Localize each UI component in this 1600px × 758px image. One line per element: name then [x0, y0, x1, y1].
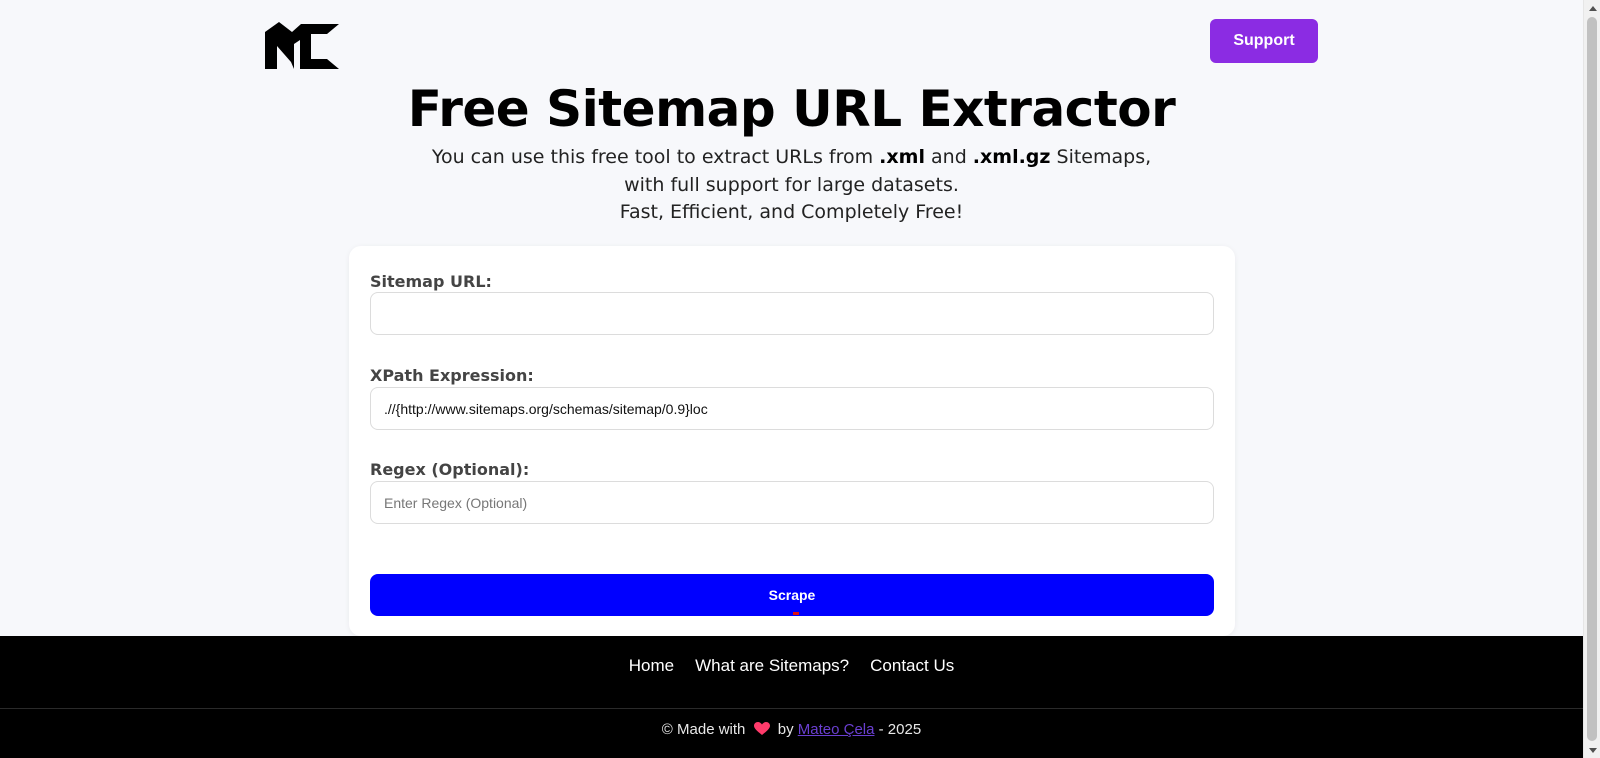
footer-link-home[interactable]: Home — [629, 656, 674, 676]
sitemap-url-label: Sitemap URL: — [370, 272, 492, 291]
footer-nav: Home What are Sitemaps? Contact Us — [0, 656, 1583, 676]
page: Support Free Sitemap URL Extractor You c… — [0, 0, 1583, 758]
chevron-down-icon[interactable] — [1584, 742, 1600, 758]
credit-by: by — [777, 721, 794, 738]
heart-icon — [753, 722, 770, 740]
scrollbar-thumb[interactable] — [1587, 17, 1597, 741]
subtitle-line-1: You can use this free tool to extract UR… — [0, 144, 1583, 172]
credit-prefix: © Made with — [661, 721, 746, 738]
regex-input[interactable] — [370, 481, 1214, 524]
subtitle-suffix: Sitemaps, — [1050, 146, 1152, 168]
footer-link-contact[interactable]: Contact Us — [870, 656, 954, 676]
page-subtitle: You can use this free tool to extract UR… — [0, 144, 1583, 227]
subtitle-xmlgz: .xml.gz — [972, 146, 1051, 168]
page-title: Free Sitemap URL Extractor — [407, 80, 1176, 138]
footer-credit: © Made with by Mateo Çela - 2025 — [0, 721, 1583, 740]
page-scrollbar[interactable] — [1583, 0, 1600, 758]
scrape-button[interactable]: Scrape — [370, 574, 1214, 616]
subtitle-line-2: with full support for large datasets. — [624, 173, 959, 196]
mc-logo-icon[interactable] — [265, 22, 339, 70]
regex-label: Regex (Optional): — [370, 460, 530, 479]
footer: Home What are Sitemaps? Contact Us © Mad… — [0, 636, 1583, 758]
subtitle-prefix: You can use this free tool to extract UR… — [431, 146, 880, 168]
chevron-up-icon[interactable] — [1584, 0, 1600, 16]
credit-suffix: - 2025 — [878, 721, 922, 738]
cursor-marker — [793, 612, 799, 615]
xpath-label: XPath Expression: — [370, 366, 534, 385]
subtitle-line-3: Fast, Efficient, and Completely Free! — [619, 201, 964, 223]
sitemap-url-input[interactable] — [370, 292, 1214, 335]
subtitle-and: and — [924, 146, 973, 168]
footer-link-sitemaps[interactable]: What are Sitemaps? — [695, 656, 849, 676]
xpath-input[interactable] — [370, 387, 1214, 430]
author-link[interactable]: Mateo Çela — [798, 721, 875, 738]
subtitle-xml: .xml — [879, 146, 925, 168]
support-button[interactable]: Support — [1210, 19, 1318, 63]
footer-divider — [0, 708, 1583, 709]
